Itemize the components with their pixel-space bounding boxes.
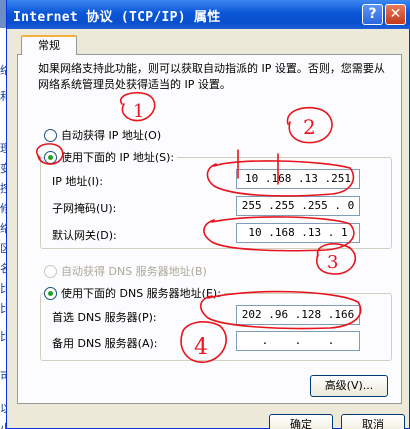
radio-off-icon: [44, 128, 57, 142]
window-title: Internet 协议 (TCP/IP) 属性: [13, 10, 221, 25]
preferred-dns-input[interactable]: 202 .96 .128 .166: [236, 305, 360, 325]
auto-dns-label: 自动获得 DNS 服务器地址(B): [61, 265, 207, 278]
tab-general[interactable]: 常规: [21, 35, 77, 55]
close-icon: ✕: [389, 6, 402, 22]
tcpip-properties-dialog: Internet 协议 (TCP/IP) 属性 ? ✕ 常规 如果网络支持此功能…: [6, 0, 410, 429]
manual-dns-radio[interactable]: 使用下面的 DNS 服务器地址(E):: [44, 285, 224, 301]
subnet-mask-label: 子网掩码(U):: [52, 202, 117, 215]
general-panel: 如果网络支持此功能，则可以获取自动指派的 IP 设置。否则，您需要从网络系统管理…: [17, 54, 402, 404]
subnet-mask-input[interactable]: 255 .255 .255 . 0: [236, 196, 360, 216]
close-button[interactable]: ✕: [385, 4, 406, 25]
title-bar[interactable]: Internet 协议 (TCP/IP) 属性 ? ✕: [7, 0, 410, 29]
radio-off-icon: [44, 264, 57, 278]
cancel-button[interactable]: 取消: [341, 414, 405, 429]
preferred-dns-label: 首选 DNS 服务器(P):: [52, 311, 157, 324]
auto-ip-radio[interactable]: 自动获得 IP 地址(O): [44, 127, 161, 143]
radio-on-icon: [44, 150, 57, 164]
radio-on-icon: [44, 286, 57, 300]
help-icon: ?: [368, 6, 377, 22]
manual-dns-label: 使用下面的 DNS 服务器地址(E):: [61, 287, 221, 300]
ok-button[interactable]: 确定: [269, 414, 333, 429]
manual-ip-label: 使用下面的 IP 地址(S):: [61, 151, 175, 164]
ip-address-label: IP 地址(I):: [52, 175, 103, 188]
default-gateway-input[interactable]: 10 .168 .13 . 1: [236, 223, 360, 243]
advanced-button[interactable]: 高级(V)...: [310, 375, 388, 397]
alternate-dns-input[interactable]: . . .: [236, 331, 360, 351]
manual-ip-radio[interactable]: 使用下面的 IP 地址(S):: [44, 149, 178, 165]
help-button[interactable]: ?: [362, 4, 383, 25]
auto-dns-radio[interactable]: 自动获得 DNS 服务器地址(B): [44, 263, 207, 279]
ip-address-input[interactable]: 10 .168 .13 .251: [236, 169, 360, 189]
auto-ip-label: 自动获得 IP 地址(O): [61, 129, 162, 142]
alternate-dns-label: 备用 DNS 服务器(A):: [52, 337, 158, 350]
default-gateway-label: 默认网关(D):: [52, 229, 117, 242]
description-text: 如果网络支持此功能，则可以获取自动指派的 IP 设置。否则，您需要从网络系统管理…: [38, 62, 385, 91]
